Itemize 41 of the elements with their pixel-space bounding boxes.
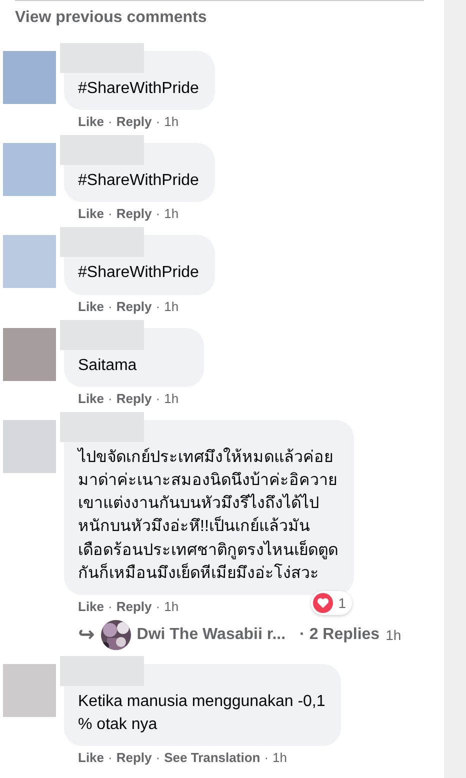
separator-dot: · — [108, 298, 112, 314]
action-link[interactable]: Like — [78, 114, 104, 130]
separator-dot: · — [156, 206, 160, 222]
action-link[interactable]: Like — [78, 298, 104, 314]
timestamp: 1h — [272, 750, 288, 766]
action-link[interactable]: Reply — [116, 390, 152, 406]
timestamp: 1h — [164, 206, 179, 222]
action-link[interactable]: Like — [78, 206, 104, 222]
action-link[interactable]: Like — [78, 390, 104, 406]
replies-count-link[interactable]: · 2 Replies — [300, 626, 380, 644]
comment-bubble: ไปขจัดเกย์ประเทศมึงให้หมดแล้วค่อย มาด่าค่ะเนาะสมองนิดนึงบ้าค่ะอิควาย เขาแต่งงานกันบนหัวมึงรึไงถึงได้ไป หนักบนหัวมึงอ่ะหึ!!เป็นเกย์แล้วมัน เดือดร้อนประเทศชาติกูตรงไหนเย็ดตูด กันก็เหมือนมึงเย็ดหีเมียมึงอ่ะโง่สวะ — [64, 420, 354, 595]
timestamp: 1h — [164, 598, 179, 614]
action-link[interactable]: Reply — [116, 750, 152, 766]
separator-dot: · — [108, 750, 112, 766]
action-link[interactable]: See Translation — [164, 750, 260, 766]
view-previous-comments-link[interactable]: View previous comments — [0, 1, 444, 37]
comment-bubble: Ketika manusia menggunakan -0,1 % otak nya — [64, 664, 342, 746]
reaction-count: 1 — [338, 594, 346, 611]
action-link[interactable]: Like — [78, 750, 104, 766]
separator-dot: · — [108, 390, 112, 406]
action-link[interactable]: Reply — [116, 206, 152, 222]
separator-dot: · — [156, 750, 160, 766]
separator-dot: · — [156, 390, 160, 406]
timestamp: 1h — [164, 114, 179, 130]
action-link[interactable]: Reply — [116, 114, 152, 130]
timestamp: 1h — [164, 390, 179, 406]
separator-dot: · — [108, 598, 112, 614]
separator-dot: · — [156, 114, 160, 130]
separator-dot: · — [264, 750, 269, 766]
reaction-badge[interactable]: 1 — [311, 590, 352, 615]
reply-arrow-icon: ↪ — [78, 622, 95, 648]
action-link[interactable]: Like — [78, 598, 104, 614]
action-link[interactable]: Reply — [116, 298, 152, 314]
timestamp: 1h — [164, 298, 179, 314]
separator-dot: · — [108, 206, 112, 222]
timestamp: 1h — [386, 626, 402, 643]
separator-dot: · — [108, 114, 112, 130]
action-link[interactable]: Reply — [116, 598, 152, 614]
separator-dot: · — [156, 598, 160, 614]
separator-dot: · — [156, 298, 160, 314]
reply-author-link[interactable]: Dwi The Wasabii r... — [136, 626, 286, 644]
